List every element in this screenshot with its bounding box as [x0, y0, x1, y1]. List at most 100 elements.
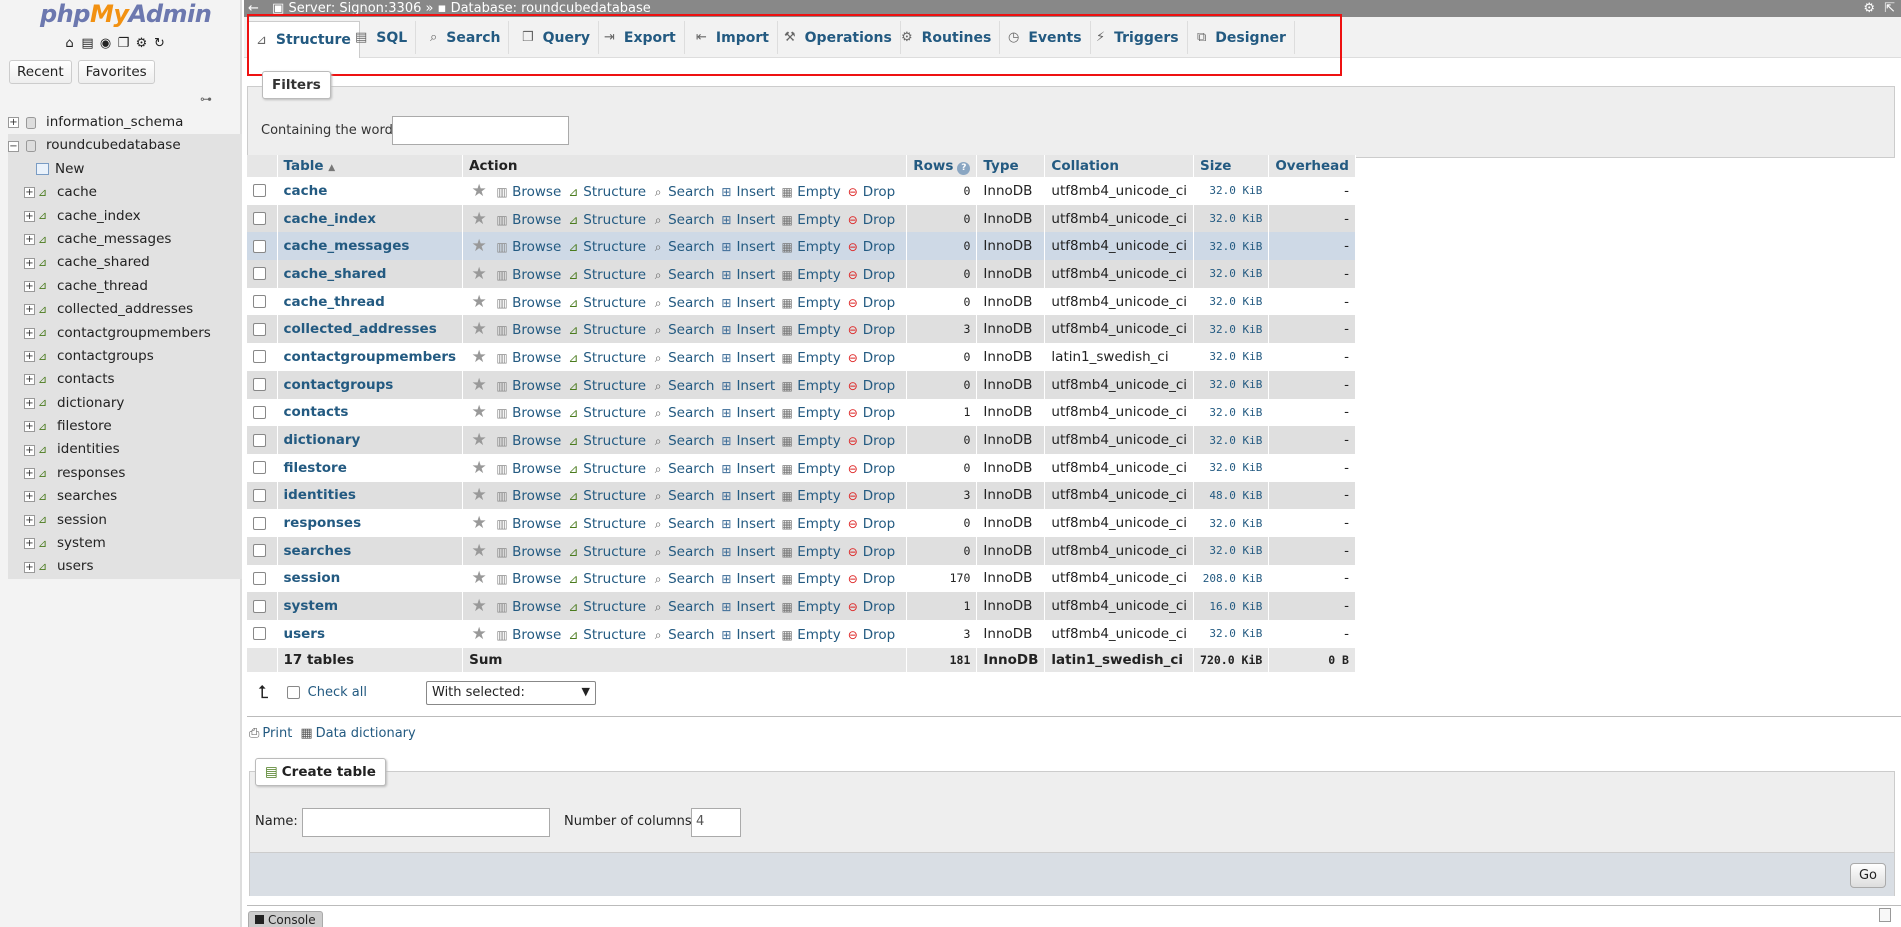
db-name[interactable]: information_schema [46, 111, 183, 134]
tab-export[interactable]: ⇥ Export [596, 21, 685, 54]
drop-action[interactable]: ⊖ Drop [846, 267, 896, 283]
browse-action[interactable]: ▥ Browse [495, 516, 561, 532]
print-link[interactable]: ⎙ Print [249, 726, 292, 741]
sidebar-table-cache_thread[interactable]: + ⊿ cache_thread [8, 274, 242, 299]
type-header[interactable]: Type [976, 155, 1046, 177]
tab-import[interactable]: ⇤ Import [688, 21, 778, 54]
row-checkbox[interactable] [253, 350, 266, 364]
insert-action[interactable]: ⊞ Insert [719, 267, 775, 283]
drop-action[interactable]: ⊖ Drop [846, 461, 896, 477]
drop-action[interactable]: ⊖ Drop [846, 433, 896, 449]
size-cell[interactable]: 32.0 KiB [1193, 232, 1270, 261]
insert-action[interactable]: ⊞ Insert [719, 544, 775, 560]
search-action[interactable]: ⌕ Search [651, 599, 715, 615]
structure-action[interactable]: ⊿ Structure [566, 405, 646, 421]
sidebar-table-users[interactable]: + ⊿ users [8, 555, 242, 579]
size-cell[interactable]: 48.0 KiB [1193, 481, 1270, 510]
drop-action[interactable]: ⊖ Drop [846, 239, 896, 255]
empty-action[interactable]: ▦ Empty [780, 184, 841, 200]
documentation-icon[interactable]: ❐ [116, 36, 131, 51]
insert-action[interactable]: ⊞ Insert [719, 627, 775, 643]
check-all-checkbox[interactable] [286, 686, 300, 699]
table-name-link[interactable]: contactgroups [284, 377, 394, 393]
favorites-button[interactable]: Favorites [77, 60, 155, 84]
sidebar-table-responses[interactable]: + ⊿ responses [8, 461, 242, 486]
table-name[interactable]: filestore [57, 415, 112, 438]
search-action[interactable]: ⌕ Search [651, 488, 715, 504]
row-checkbox[interactable] [253, 544, 266, 558]
db-item-information_schema[interactable]: + information_schema [8, 111, 242, 134]
size-cell[interactable]: 32.0 KiB [1193, 287, 1270, 316]
row-checkbox[interactable] [253, 184, 266, 198]
table-name-link[interactable]: users [284, 626, 326, 642]
browse-action[interactable]: ▥ Browse [495, 405, 561, 421]
with-selected-select[interactable]: With selected: ▼ [426, 681, 596, 705]
empty-action[interactable]: ▦ Empty [780, 295, 841, 311]
table-name-link[interactable]: cache_shared [284, 266, 387, 282]
insert-action[interactable]: ⊞ Insert [719, 571, 775, 587]
favorite-star-icon[interactable]: ★ [469, 319, 489, 339]
table-header[interactable]: Table ▲ [277, 155, 464, 177]
sidebar-table-contacts[interactable]: + ⊿ contacts [8, 368, 242, 392]
drop-action[interactable]: ⊖ Drop [846, 571, 896, 587]
table-row[interactable]: system ★ ▥ Browse ⊿ Structure ⌕ Search ⊞ Insert ▦ E… [247, 592, 1356, 620]
row-checkbox[interactable] [253, 599, 266, 613]
sidebar-table-cache_messages[interactable]: + ⊿ cache_messages [8, 227, 242, 252]
table-name-link[interactable]: contactgroupmembers [284, 349, 457, 365]
favorite-star-icon[interactable]: ★ [469, 568, 489, 588]
favorite-star-icon[interactable]: ★ [469, 264, 489, 284]
close-icon[interactable]: ⇱ [1884, 0, 1895, 17]
settings-gear-icon[interactable]: ⚙ [1863, 0, 1875, 17]
drop-action[interactable]: ⊖ Drop [846, 544, 896, 560]
size-cell[interactable]: 16.0 KiB [1193, 592, 1270, 620]
drop-action[interactable]: ⊖ Drop [846, 378, 896, 394]
expand-icon[interactable]: + [24, 327, 35, 339]
empty-action[interactable]: ▦ Empty [780, 212, 841, 228]
help-icon[interactable]: ? [957, 161, 971, 175]
expand-icon[interactable]: + [24, 538, 35, 550]
sidebar-table-searches[interactable]: + ⊿ searches [8, 485, 242, 509]
drop-action[interactable]: ⊖ Drop [846, 405, 896, 421]
rows-header[interactable]: Rows? [906, 155, 978, 177]
tab-routines[interactable]: ⚙ Routines [893, 21, 1001, 54]
table-name-link[interactable]: identities [284, 487, 356, 503]
sidebar-table-collected_addresses[interactable]: + ⊿ collected_addresses [8, 298, 242, 322]
row-checkbox[interactable] [253, 267, 266, 281]
sidebar-table-contactgroups[interactable]: + ⊿ contactgroups [8, 344, 242, 369]
table-row[interactable]: contacts ★ ▥ Browse ⊿ Structure ⌕ Search ⊞ Insert… [247, 398, 1356, 427]
drop-action[interactable]: ⊖ Drop [846, 627, 896, 643]
search-action[interactable]: ⌕ Search [651, 295, 715, 311]
structure-action[interactable]: ⊿ Structure [566, 184, 646, 200]
tab-events[interactable]: ◷ Events [1000, 21, 1091, 54]
structure-action[interactable]: ⊿ Structure [566, 488, 646, 504]
expand-icon[interactable]: + [24, 374, 35, 386]
empty-action[interactable]: ▦ Empty [780, 571, 841, 587]
expand-icon[interactable]: + [24, 561, 35, 573]
expand-icon[interactable]: + [24, 304, 35, 316]
size-cell[interactable]: 32.0 KiB [1193, 177, 1270, 205]
empty-action[interactable]: ▦ Empty [780, 627, 841, 643]
sidebar-table-filestore[interactable]: + ⊿ filestore [8, 415, 242, 439]
browse-action[interactable]: ▥ Browse [495, 599, 561, 615]
favorite-star-icon[interactable]: ★ [469, 541, 489, 561]
favorite-star-icon[interactable]: ★ [469, 181, 489, 201]
size-cell[interactable]: 208.0 KiB [1193, 564, 1270, 593]
expand-icon[interactable]: + [24, 397, 35, 409]
table-name[interactable]: cache_messages [57, 228, 171, 251]
sidebar-table-system[interactable]: + ⊿ system [8, 532, 242, 556]
favorite-star-icon[interactable]: ★ [469, 209, 489, 229]
table-name[interactable]: contacts [57, 368, 115, 391]
expand-icon[interactable]: + [24, 280, 35, 292]
size-cell[interactable]: 32.0 KiB [1193, 536, 1270, 565]
browse-action[interactable]: ▥ Browse [495, 378, 561, 394]
size-cell[interactable]: 32.0 KiB [1193, 315, 1270, 344]
empty-action[interactable]: ▦ Empty [780, 433, 841, 449]
favorite-star-icon[interactable]: ★ [469, 458, 489, 478]
size-cell[interactable]: 32.0 KiB [1193, 453, 1270, 482]
favorite-star-icon[interactable]: ★ [469, 375, 489, 395]
table-name[interactable]: collected_addresses [57, 298, 193, 321]
row-checkbox[interactable] [253, 488, 266, 502]
sidebar-table-contactgroupmembers[interactable]: + ⊿ contactgroupmembers [8, 321, 242, 345]
row-checkbox[interactable] [253, 627, 266, 641]
table-row[interactable]: searches ★ ▥ Browse ⊿ Structure ⌕ Search ⊞ Insert… [247, 536, 1356, 565]
